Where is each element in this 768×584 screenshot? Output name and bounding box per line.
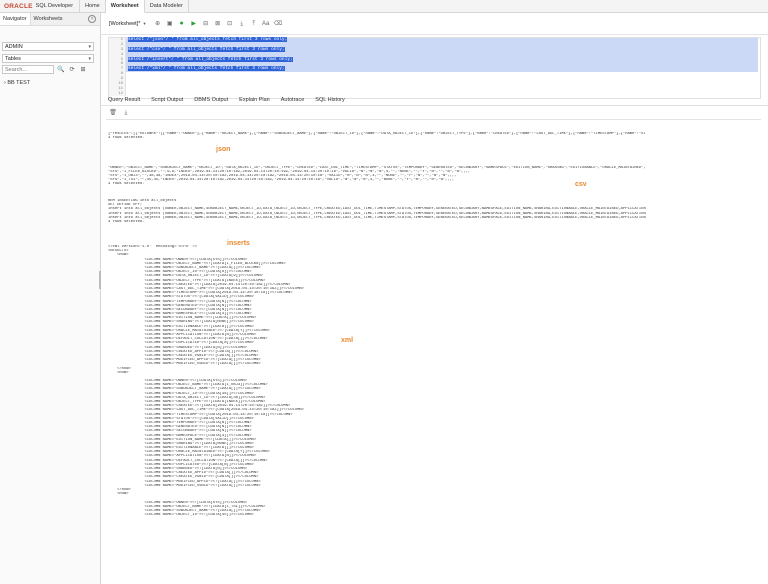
clear-icon[interactable]: ⌫ [274, 20, 282, 28]
download-icon[interactable]: ⤓ [238, 20, 246, 28]
annotation-csv: csv [575, 181, 587, 188]
case-icon[interactable]: Aa [262, 20, 270, 28]
help-icon[interactable]: ? [88, 15, 96, 23]
chevron-down-icon[interactable]: ▾ [143, 21, 145, 27]
object-type-select-value: Tables [5, 56, 21, 62]
sidebar-resize-handle[interactable] [99, 271, 101, 289]
run-icon[interactable]: ● [178, 20, 186, 28]
tab-worksheets[interactable]: Worksheets [31, 16, 66, 22]
product-name: SQL Developer [35, 3, 74, 9]
annotation-json: json [216, 146, 231, 153]
tab-query-result[interactable]: Query Result [101, 97, 144, 103]
download-output-icon[interactable]: ⤓ [122, 109, 130, 117]
code-line-text: select /*insert*/ * from all_objects fet… [128, 56, 293, 62]
divider [106, 119, 761, 120]
tree-item[interactable]: › BB TEST [4, 80, 30, 86]
navigator-panel: Navigator Worksheets ? ADMIN ▾ Tables ▾ … [0, 13, 101, 584]
search-icon[interactable]: 🔍 [57, 66, 65, 74]
nav-tab-home[interactable]: Home [80, 0, 106, 12]
output-toolbar: 🗑 ⤓ [109, 109, 135, 117]
code-lines: select /*json*/ * from all_objects fetch… [126, 37, 758, 97]
refresh-icon[interactable]: ⟳ [68, 66, 76, 74]
autotrace-icon[interactable]: ⊠ [214, 20, 222, 28]
tab-dbms-output[interactable]: DBMS Output [187, 97, 232, 103]
sql-editor[interactable]: 1 2 3 4 5 6 7 8 9 10 11 12 select /*json*/ * from a… [108, 37, 761, 99]
sidebar-tabs: Navigator Worksheets ? [0, 13, 100, 26]
schema-select[interactable]: ADMIN ▾ [2, 42, 94, 51]
upload-icon[interactable]: ⤒ [250, 20, 258, 28]
format-icon[interactable]: ⊡ [226, 20, 234, 28]
oracle-logo: ORACLE SQL Developer [0, 0, 81, 12]
tree-item-label: BB TEST [7, 80, 31, 86]
output-line: <COLUMN NAME="OBJECT_ID"><![CDATA[45]]><… [108, 513, 254, 518]
annotation-inserts: inserts [227, 240, 250, 247]
tab-explain-plan[interactable]: Explain Plan [232, 97, 274, 103]
worksheet-tab[interactable]: [Worksheet]* [101, 21, 140, 27]
chevron-right-icon[interactable]: › [4, 80, 6, 86]
object-type-select[interactable]: Tables ▾ [2, 54, 94, 63]
chevron-down-icon: ▾ [88, 56, 91, 62]
tab-script-output[interactable]: Script Output [144, 97, 187, 103]
run-script-icon[interactable]: ▶ [190, 20, 198, 28]
new-icon[interactable]: ⊕ [154, 20, 162, 28]
tab-navigator[interactable]: Navigator [0, 13, 31, 25]
line-number-gutter: 1 2 3 4 5 6 7 8 9 10 11 12 [109, 38, 126, 96]
worksheet-toolbar: [Worksheet]* ▾ ⊕ ▣ ● ▶ ⊟ ⊠ ⊡ ⤓ ⤒ Aa ⌫ [101, 13, 768, 35]
code-line-text: select /*csv*/ * from all_objects fetch … [128, 46, 285, 52]
script-output: {"results":[{"columns":[{"name":"OWNER"}… [108, 132, 768, 517]
code-line-text: select /*xml*/ * from all_objects fetch … [128, 66, 285, 72]
explain-plan-icon[interactable]: ⊟ [202, 20, 210, 28]
output-tabs: Query Result Script Output DBMS Output Expl… [101, 95, 768, 106]
search-input[interactable] [2, 65, 54, 74]
clear-output-icon[interactable]: 🗑 [109, 109, 117, 117]
nav-tab-data-modeler[interactable]: Data Modeler [145, 0, 189, 12]
tab-sql-history[interactable]: SQL History [308, 97, 348, 103]
chevron-down-icon: ▾ [88, 44, 91, 50]
tab-autotrace[interactable]: Autotrace [274, 97, 309, 103]
search-row: 🔍 ⟳ ⊞ [2, 65, 96, 74]
code-line-text: select /*json*/ * from all_objects fetch… [128, 37, 288, 42]
nav-tab-worksheet[interactable]: Worksheet [105, 0, 145, 13]
brand-name: ORACLE [4, 2, 33, 10]
schema-select-value: ADMIN [5, 44, 23, 50]
top-bar: ORACLE SQL Developer Home Worksheet Data… [0, 0, 768, 13]
filter-icon[interactable]: ⊞ [79, 66, 87, 74]
annotation-xml: xml [341, 337, 354, 344]
save-icon[interactable]: ▣ [166, 20, 174, 28]
